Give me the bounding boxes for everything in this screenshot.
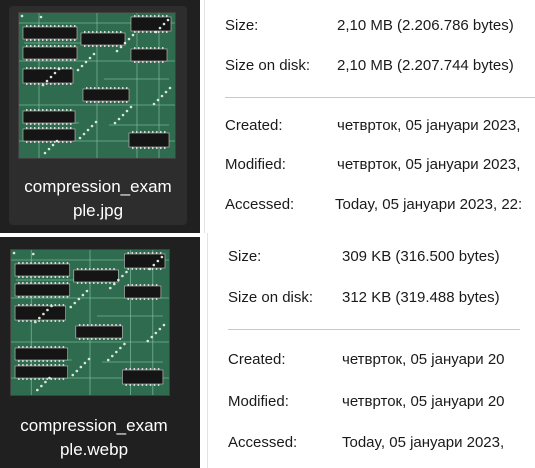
file-tile-jpg[interactable]: compression_exam ple.jpg xyxy=(0,0,200,233)
accessed-row: Accessed: Today, 05 јануари 2023, 22: xyxy=(205,196,535,218)
accessed-value: Today, 05 јануари 2023, 22: xyxy=(335,196,523,213)
accessed-value: Today, 05 јануари 2023, xyxy=(342,434,505,451)
created-value: четврток, 05 јануари 2023, xyxy=(337,117,521,134)
accessed-label: Accessed: xyxy=(228,434,298,451)
circuit-board-image xyxy=(19,13,175,158)
size-on-disk-value: 312 KB (319.488 bytes) xyxy=(342,289,500,306)
file-name-line: compression_exam xyxy=(20,416,168,435)
modified-label: Modified: xyxy=(228,393,289,410)
image-thumbnail[interactable] xyxy=(18,12,176,159)
accessed-label: Accessed: xyxy=(225,196,295,213)
created-row: Created: четврток, 05 јануари 2023, xyxy=(205,117,535,139)
size-value: 2,10 MB (2.206.786 bytes) xyxy=(337,17,514,34)
file-name-line: ple.jpg xyxy=(72,201,124,220)
size-on-disk-row: Size on disk: 2,10 MB (2.207.744 bytes) xyxy=(205,57,535,79)
size-row: Size: 309 KB (316.500 bytes) xyxy=(208,248,535,270)
modified-value: четврток, 05 јануари 20 xyxy=(342,393,505,410)
file-name[interactable]: compression_exam ple.jpg xyxy=(0,175,196,223)
size-on-disk-row: Size on disk: 312 KB (319.488 bytes) xyxy=(208,289,535,311)
size-label: Size: xyxy=(225,17,259,34)
modified-label: Modified: xyxy=(225,156,286,173)
modified-row: Modified: четврток, 05 јануари 20 xyxy=(208,393,535,415)
created-label: Created: xyxy=(228,351,286,368)
size-row: Size: 2,10 MB (2.206.786 bytes) xyxy=(205,17,535,39)
created-row: Created: четврток, 05 јануари 20 xyxy=(208,351,535,373)
modified-value: четврток, 05 јануари 2023, xyxy=(337,156,521,173)
size-on-disk-value: 2,10 MB (2.207.744 bytes) xyxy=(337,57,514,74)
section-divider xyxy=(228,329,520,330)
properties-pane-jpg: Size: 2,10 MB (2.206.786 bytes) Size on … xyxy=(204,0,535,233)
created-label: Created: xyxy=(225,117,283,134)
file-tile-webp[interactable]: compression_exam ple.webp xyxy=(0,237,200,468)
size-on-disk-label: Size on disk: xyxy=(228,289,314,306)
size-value: 309 KB (316.500 bytes) xyxy=(342,248,500,265)
size-on-disk-label: Size on disk: xyxy=(225,57,311,74)
circuit-board-image xyxy=(11,250,169,395)
properties-pane-webp: Size: 309 KB (316.500 bytes) Size on dis… xyxy=(207,233,535,468)
size-label: Size: xyxy=(228,248,262,265)
created-value: четврток, 05 јануари 20 xyxy=(342,351,505,368)
file-name-line: compression_exam xyxy=(24,177,172,196)
accessed-row: Accessed: Today, 05 јануари 2023, xyxy=(208,434,535,456)
file-name-line: ple.webp xyxy=(59,440,129,459)
file-name[interactable]: compression_exam ple.webp xyxy=(0,414,188,462)
section-divider xyxy=(225,97,535,98)
modified-row: Modified: четврток, 05 јануари 2023, xyxy=(205,156,535,178)
image-thumbnail[interactable] xyxy=(10,249,170,396)
